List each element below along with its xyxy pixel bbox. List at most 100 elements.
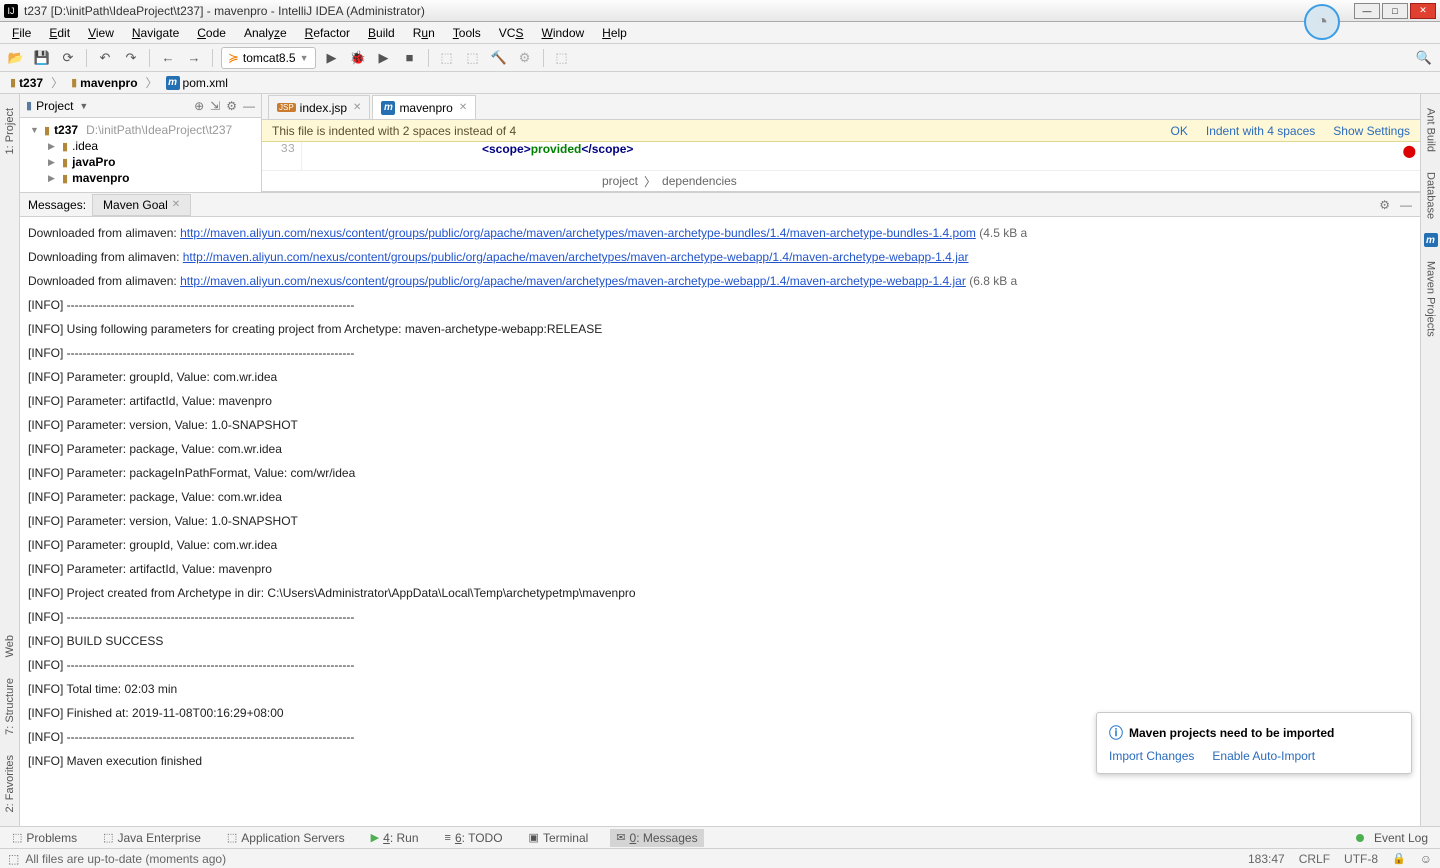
enable-auto-import-link[interactable]: Enable Auto-Import [1212, 749, 1315, 763]
user-avatar[interactable] [1304, 4, 1340, 40]
close-icon[interactable]: ✕ [459, 102, 467, 113]
undo-icon[interactable]: ↶ [95, 48, 115, 68]
editor-breadcrumb: project 〉 dependencies [262, 170, 1420, 192]
menu-help[interactable]: Help [594, 24, 635, 42]
search-icon[interactable]: 🔍 [1414, 48, 1434, 68]
hide-icon[interactable]: — [243, 99, 255, 113]
import-changes-link[interactable]: Import Changes [1109, 749, 1194, 763]
project-view-selector[interactable]: ▮Project▼ [26, 99, 88, 113]
tab-problems[interactable]: ⬚Problems [8, 831, 81, 845]
tab-java-enterprise[interactable]: ⬚Java Enterprise [99, 831, 205, 845]
debug-icon[interactable]: 🐞 [348, 48, 368, 68]
lock-icon[interactable]: 🔒 [1392, 852, 1406, 865]
breadcrumb-label: t237 [19, 76, 43, 90]
menu-code[interactable]: Code [189, 24, 234, 42]
stop-icon[interactable]: ■ [400, 48, 420, 68]
locate-icon[interactable]: ⊕ [194, 99, 204, 113]
tab-terminal[interactable]: ▣Terminal [525, 831, 593, 845]
expand-icon[interactable]: ▼ [30, 125, 40, 135]
structure-icon[interactable]: ⬚ [437, 48, 457, 68]
close-button[interactable]: ✕ [1410, 3, 1436, 19]
line-number: 33 [262, 142, 302, 170]
error-marker-icon[interactable]: ⬤ [1403, 144, 1416, 158]
gear-icon[interactable]: ⚙ [1379, 198, 1390, 212]
menu-vcs[interactable]: VCS [491, 24, 532, 42]
settings-icon[interactable]: ⚙ [515, 48, 535, 68]
editor-tab-mavenpro[interactable]: mmavenpro✕ [372, 95, 476, 119]
console-link[interactable]: http://maven.aliyun.com/nexus/content/gr… [183, 250, 969, 264]
console-link[interactable]: http://maven.aliyun.com/nexus/content/gr… [180, 226, 976, 240]
notice-indent-link[interactable]: Indent with 4 spaces [1206, 124, 1315, 138]
run-config-selector[interactable]: ≽ tomcat8.5 ▼ [221, 47, 316, 69]
project-tree: ▼ ▮ t237 D:\initPath\IdeaProject\t237 ▶▮… [20, 118, 261, 190]
breadcrumb-module[interactable]: ▮mavenpro [67, 76, 141, 90]
menu-build[interactable]: Build [360, 24, 403, 42]
close-icon[interactable]: ✕ [172, 199, 180, 210]
breadcrumb-root[interactable]: ▮t237 [6, 76, 47, 90]
save-icon[interactable]: 💾 [32, 48, 52, 68]
open-icon[interactable]: 📂 [6, 48, 26, 68]
refresh-icon[interactable]: ⟳ [58, 48, 78, 68]
breadcrumb-file[interactable]: mpom.xml [162, 76, 232, 90]
editor-bc-item[interactable]: dependencies [662, 174, 737, 188]
tree-node-path: D:\initPath\IdeaProject\t237 [86, 123, 232, 137]
gear-icon[interactable]: ⚙ [226, 99, 237, 113]
tab-messages[interactable]: ✉0: Messages [610, 829, 703, 847]
separator [428, 49, 429, 67]
tree-node[interactable]: ▶▮.idea [20, 138, 261, 154]
menu-tools[interactable]: Tools [445, 24, 489, 42]
forward-icon[interactable]: → [184, 48, 204, 68]
menu-analyze[interactable]: Analyze [236, 24, 295, 42]
tab-application-servers[interactable]: ⬚Application Servers [223, 831, 349, 845]
expand-icon[interactable]: ▶ [48, 141, 58, 152]
messages-tab-maven-goal[interactable]: Maven Goal✕ [92, 194, 191, 216]
tab-todo[interactable]: ≡6: TODO [441, 831, 507, 845]
hammer-icon[interactable]: 🔨 [489, 48, 509, 68]
status-icon[interactable]: ⬚ [8, 852, 19, 866]
misc-icon[interactable]: ⬚ [552, 48, 572, 68]
line-separator[interactable]: CRLF [1299, 852, 1330, 866]
menu-navigate[interactable]: Navigate [124, 24, 187, 42]
menu-bar: File Edit View Navigate Code Analyze Ref… [0, 22, 1440, 44]
sidebar-tab-favorites[interactable]: 2: Favorites [2, 749, 18, 818]
expand-icon[interactable]: ▶ [48, 173, 58, 184]
menu-refactor[interactable]: Refactor [297, 24, 358, 42]
menu-edit[interactable]: Edit [41, 24, 78, 42]
notice-settings-link[interactable]: Show Settings [1333, 124, 1410, 138]
editor-bc-item[interactable]: project [602, 174, 638, 188]
collapse-icon[interactable]: ⇲ [210, 99, 220, 113]
minimize-button[interactable]: — [1354, 3, 1380, 19]
hector-icon[interactable]: ☺ [1420, 852, 1432, 866]
sidebar-tab-web[interactable]: Web [2, 629, 18, 663]
editor-tab-index-jsp[interactable]: JSPindex.jsp✕ [268, 95, 370, 119]
maximize-button[interactable]: □ [1382, 3, 1408, 19]
menu-view[interactable]: View [80, 24, 122, 42]
menu-run[interactable]: Run [405, 24, 443, 42]
close-icon[interactable]: ✕ [353, 102, 361, 113]
tab-event-log[interactable]: Event Log [1370, 831, 1432, 845]
tree-node[interactable]: ▶▮mavenpro [20, 170, 261, 186]
tree-root[interactable]: ▼ ▮ t237 D:\initPath\IdeaProject\t237 [20, 122, 261, 138]
tree-node[interactable]: ▶▮javaPro [20, 154, 261, 170]
structure2-icon[interactable]: ⬚ [463, 48, 483, 68]
console-line: Downloading from alimaven: http://maven.… [28, 245, 1412, 269]
console-link[interactable]: http://maven.aliyun.com/nexus/content/gr… [180, 274, 966, 288]
redo-icon[interactable]: ↷ [121, 48, 141, 68]
back-icon[interactable]: ← [158, 48, 178, 68]
coverage-icon[interactable]: ▶ [374, 48, 394, 68]
sidebar-tab-maven-projects[interactable]: Maven Projects [1423, 255, 1439, 343]
menu-file[interactable]: File [4, 24, 39, 42]
cursor-position[interactable]: 183:47 [1248, 852, 1285, 866]
sidebar-tab-ant-build[interactable]: Ant Build [1423, 102, 1439, 158]
sidebar-tab-structure[interactable]: 7: Structure [2, 672, 18, 741]
sidebar-tab-project[interactable]: 1: Project [2, 102, 18, 160]
tab-run[interactable]: ▶4: Run [367, 831, 423, 845]
expand-icon[interactable]: ▶ [48, 157, 58, 168]
code-editor[interactable]: 33 <scope>provided</scope> ⬤ [262, 142, 1420, 170]
hide-icon[interactable]: — [1400, 198, 1412, 212]
notice-ok-link[interactable]: OK [1171, 124, 1188, 138]
run-icon[interactable]: ▶ [322, 48, 342, 68]
sidebar-tab-database[interactable]: Database [1423, 166, 1439, 225]
file-encoding[interactable]: UTF-8 [1344, 852, 1378, 866]
menu-window[interactable]: Window [533, 24, 592, 42]
